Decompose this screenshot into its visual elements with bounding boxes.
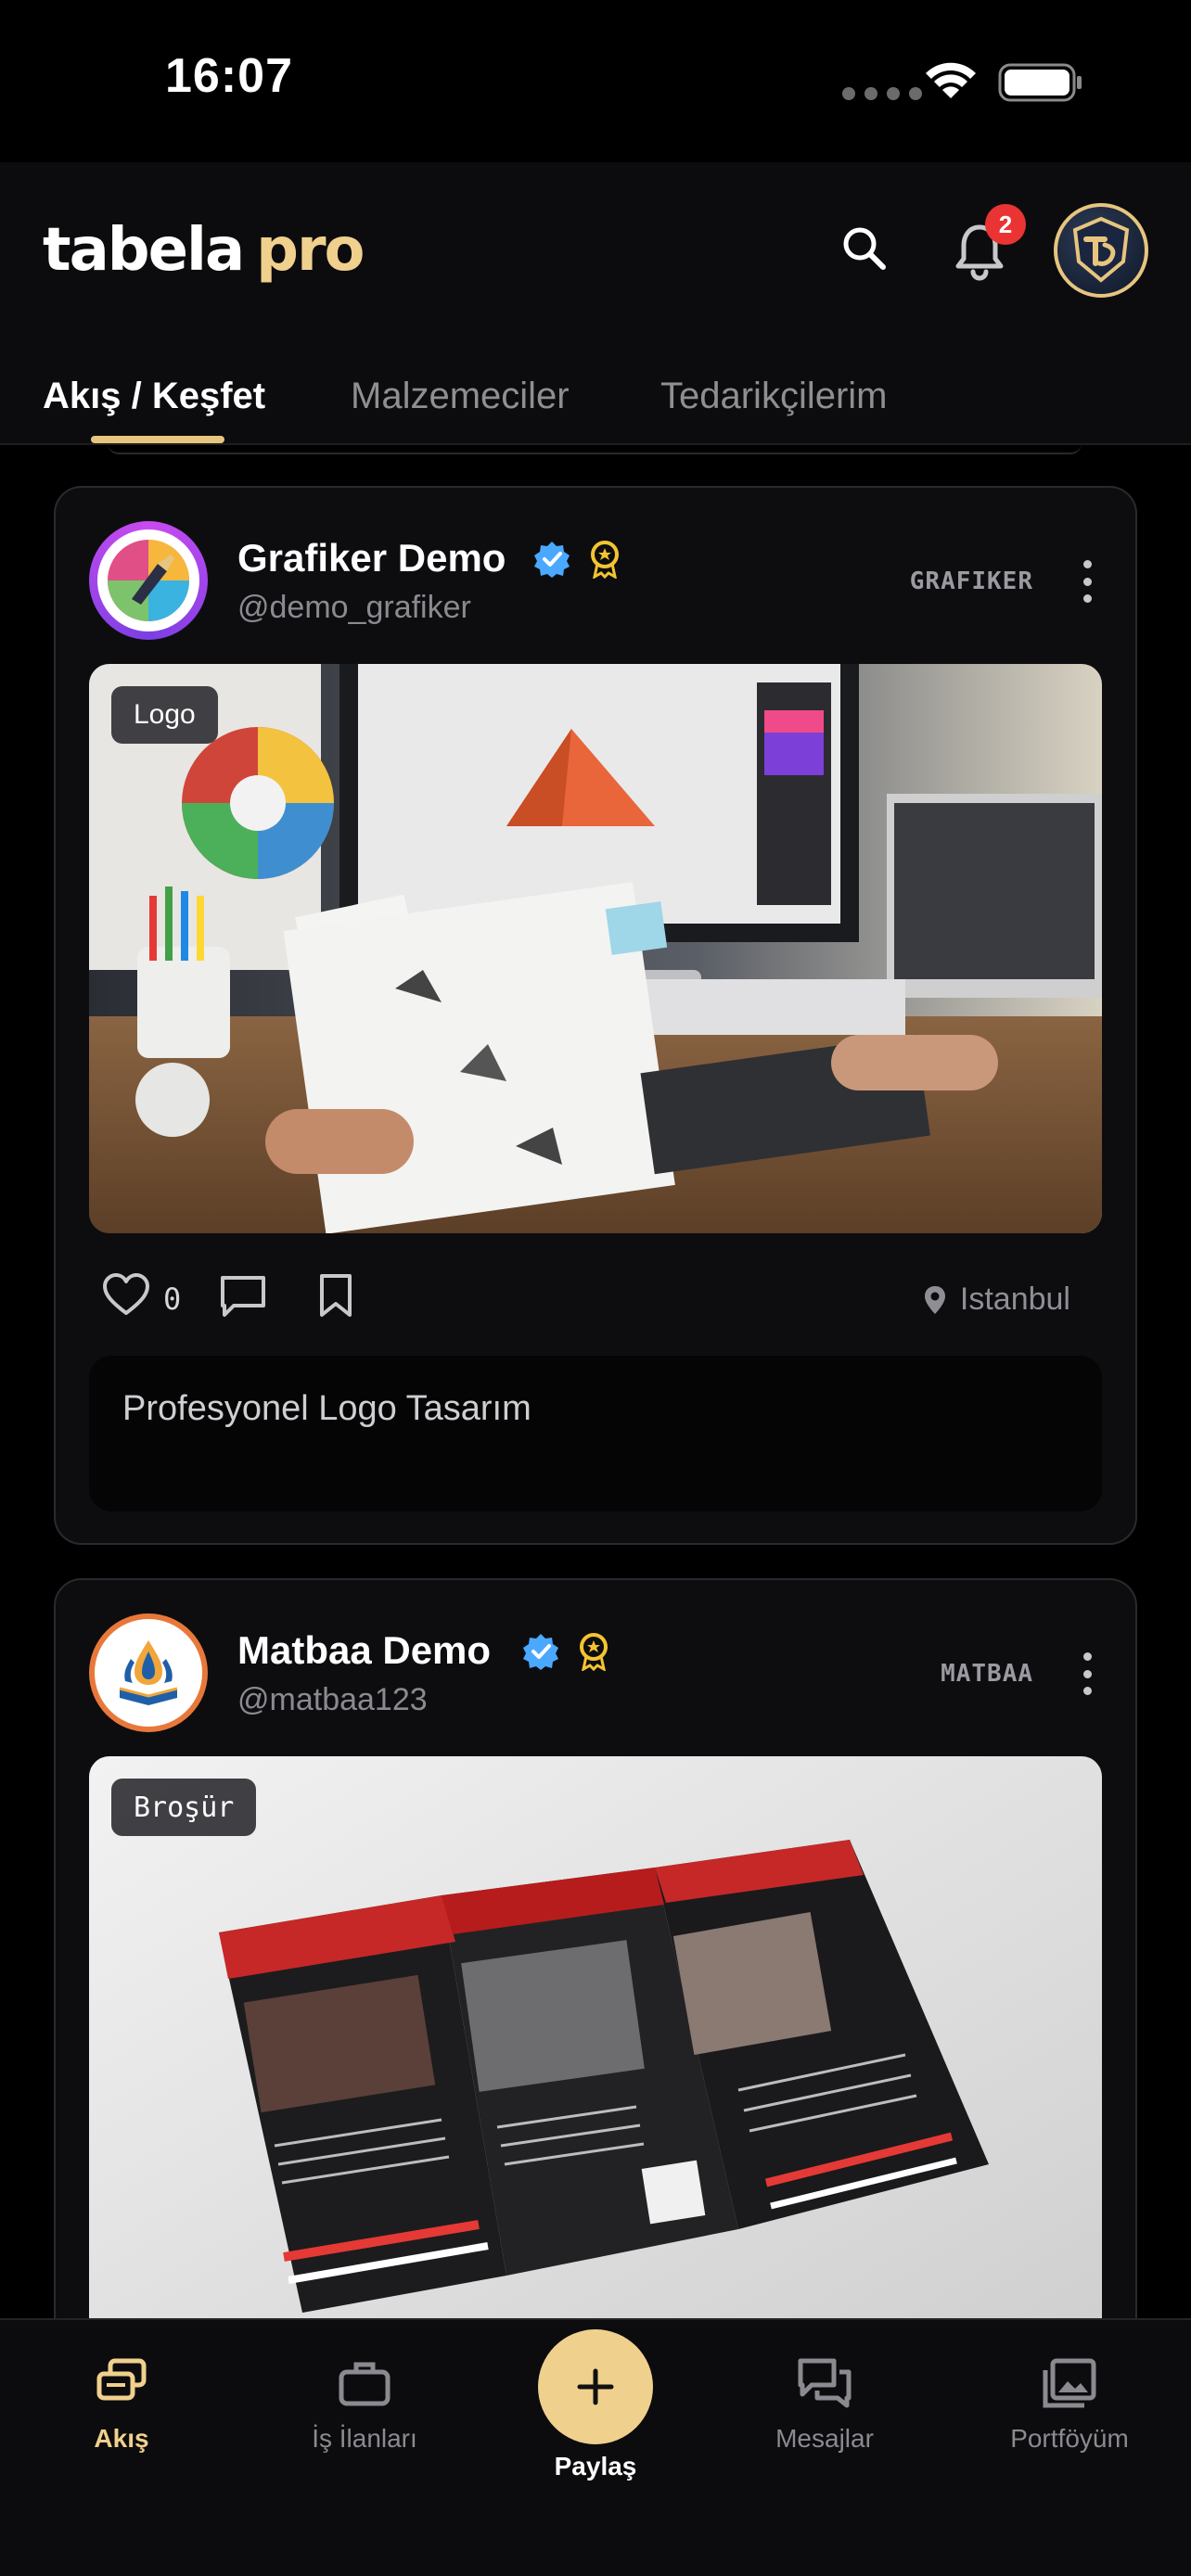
comment-icon[interactable]: [219, 1274, 267, 1319]
user-handle[interactable]: @demo_grafiker: [237, 590, 471, 626]
verified-badge-icon: [534, 542, 570, 578]
post-actions: 0 Istanbul: [89, 1267, 1102, 1341]
nav-messages[interactable]: Mesajlar: [723, 2357, 927, 2454]
nav-job-listings[interactable]: İş İlanları: [263, 2357, 467, 2454]
post-card: Matbaa Demo @matbaa123 MATBAA Broşür: [54, 1578, 1137, 2413]
post-image[interactable]: Broşür: [89, 1756, 1102, 2350]
profile-avatar[interactable]: [1054, 203, 1148, 298]
feed-tabs: Akış / Keşfet Malzemeciler Tedarikçileri…: [0, 357, 1191, 445]
logo-accent-text: pro: [256, 216, 365, 285]
print-shop-logo-icon: [119, 1640, 178, 1705]
active-tab-indicator: [91, 436, 224, 443]
nav-portfolio-label: Portföyüm: [1010, 2424, 1129, 2453]
status-bar: 16:07: [0, 0, 1191, 162]
share-button[interactable]: [538, 2329, 653, 2444]
search-icon: [843, 227, 886, 270]
post-location: Istanbul: [923, 1282, 1070, 1318]
designer-logo-icon: [108, 540, 189, 621]
status-time: 16:07: [165, 49, 293, 103]
nav-job-listings-label: İş İlanları: [312, 2424, 417, 2453]
logo-primary-text: tabela: [43, 216, 245, 285]
award-icon: [591, 541, 619, 579]
share-button-label: Paylaş: [554, 2452, 637, 2480]
location-text: Istanbul: [959, 1282, 1070, 1317]
cellular-signal-icon: [842, 87, 922, 100]
tab-malzemeciler[interactable]: Malzemeciler: [351, 376, 570, 417]
location-pin-icon: [924, 1285, 945, 1314]
wifi-icon: [926, 62, 976, 98]
more-options-button[interactable]: [1080, 560, 1095, 603]
chat-icon: [798, 2358, 852, 2408]
like-count: 0: [163, 1282, 182, 1317]
verified-badge-icon: [523, 1634, 558, 1670]
plus-icon: [577, 2368, 614, 2405]
battery-icon: [998, 63, 1082, 102]
more-options-button[interactable]: [1080, 1652, 1095, 1695]
nav-portfolio[interactable]: Portföyüm: [967, 2357, 1172, 2454]
image-category-tag: Logo: [111, 686, 218, 744]
feed-icon: [96, 2358, 147, 2401]
user-avatar[interactable]: [89, 521, 208, 640]
user-name[interactable]: Grafiker Demo: [237, 536, 506, 580]
app-logo[interactable]: tabela pro: [43, 216, 365, 285]
post-card: Grafiker Demo @demo_grafiker GRAFIKER Lo…: [54, 486, 1137, 1545]
user-handle[interactable]: @matbaa123: [237, 1682, 428, 1718]
tab-tedarikcilerim[interactable]: Tedarikçilerim: [660, 376, 888, 417]
profile-logo-icon: [1072, 216, 1130, 283]
nav-feed[interactable]: Akış: [19, 2357, 224, 2454]
role-tag: MATBAA: [941, 1660, 1033, 1688]
award-icon: [580, 1633, 608, 1671]
search-button[interactable]: [837, 221, 892, 276]
nav-feed-label: Akış: [94, 2424, 149, 2453]
gallery-icon: [1043, 2358, 1096, 2408]
user-avatar[interactable]: [89, 1613, 208, 1732]
previous-card-edge: [108, 443, 1082, 454]
image-category-tag: Broşür: [111, 1779, 257, 1836]
trifold-brochure-photo: [89, 1756, 1102, 2350]
app-header: tabela pro 2 Akış / Keşfet Malzemeciler T…: [0, 162, 1191, 445]
heart-icon[interactable]: [102, 1272, 150, 1317]
more-icon: [1082, 1652, 1092, 1661]
more-icon: [1082, 560, 1092, 568]
briefcase-icon: [339, 2362, 391, 2406]
post-caption: Profesyonel Logo Tasarım: [122, 1389, 531, 1428]
user-name[interactable]: Matbaa Demo: [237, 1628, 491, 1673]
tab-akis-kesfet[interactable]: Akış / Keşfet: [43, 376, 265, 417]
notification-badge: 2: [985, 204, 1026, 245]
post-caption-box[interactable]: Profesyonel Logo Tasarım: [89, 1356, 1102, 1511]
nav-messages-label: Mesajlar: [775, 2424, 874, 2453]
logo-design-workspace-photo: [89, 664, 1102, 1233]
role-tag: GRAFIKER: [909, 567, 1033, 595]
bookmark-icon[interactable]: [317, 1272, 354, 1319]
bottom-navigation: Akış İş İlanları Paylaş Mesajlar Portföy…: [0, 2318, 1191, 2576]
post-image[interactable]: Logo: [89, 664, 1102, 1233]
